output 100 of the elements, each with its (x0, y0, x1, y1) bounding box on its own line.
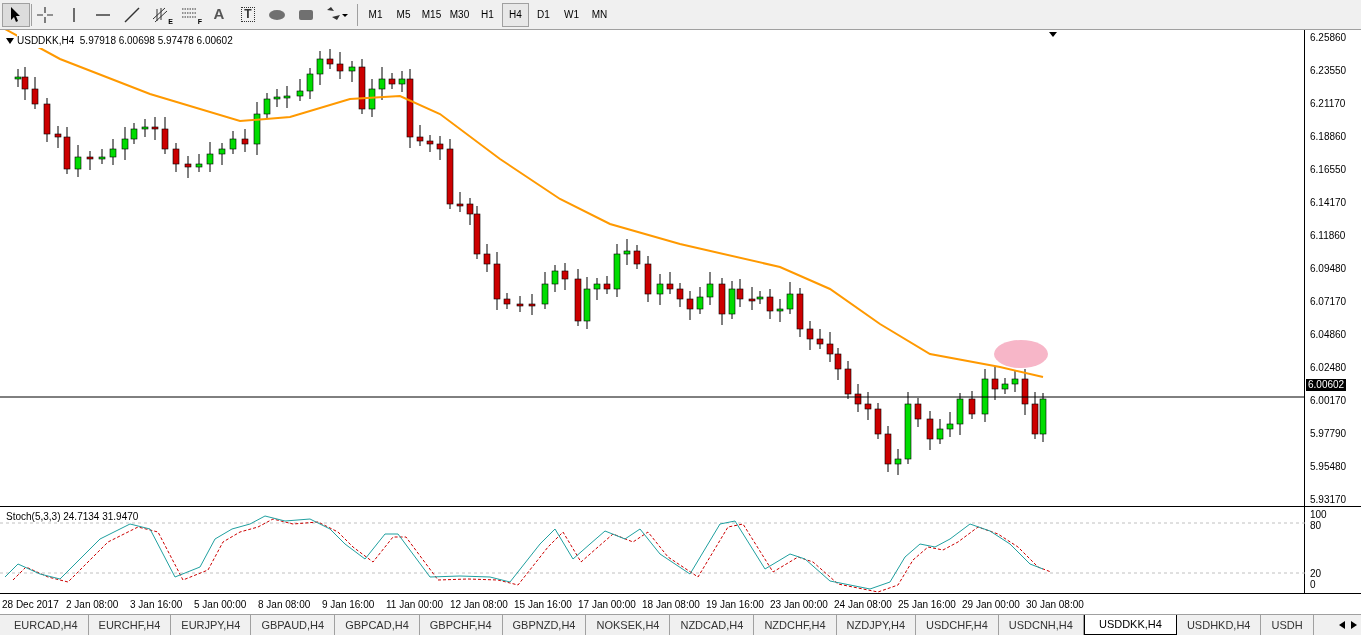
scroll-right-icon[interactable] (1351, 621, 1357, 629)
candlestick (981, 368, 989, 423)
candlestick (718, 277, 726, 326)
chart-tab[interactable]: NZDCAD,H4 (670, 615, 755, 635)
timeframe-button[interactable]: W1 (558, 2, 585, 27)
candlestick (263, 92, 271, 120)
candlestick (483, 243, 491, 273)
indicator-axis-label: 20 (1310, 568, 1322, 579)
candlestick (1021, 368, 1029, 416)
candlestick (844, 360, 852, 400)
candlestick (306, 67, 314, 100)
candlestick (503, 292, 511, 310)
candlestick (358, 58, 366, 115)
chart-tab[interactable]: NOKSEK,H4 (586, 615, 671, 635)
chart-tab[interactable]: GBPNZD,H4 (502, 615, 587, 635)
current-price-label: 6.00602 (1306, 379, 1347, 391)
price-axis-label: 6.18860 (1309, 131, 1348, 143)
candlestick (516, 295, 524, 313)
candlestick (336, 51, 344, 80)
candlestick (348, 60, 356, 83)
candlestick (456, 191, 464, 213)
candlestick (528, 293, 536, 316)
price-axis-label: 5.95480 (1309, 461, 1348, 473)
candlestick (914, 397, 922, 428)
indicator-axis-label: 80 (1310, 520, 1322, 531)
candlestick (109, 138, 117, 166)
horizontal-line-icon (96, 13, 110, 16)
candlestick (786, 281, 794, 315)
time-axis-label: 30 Jan 08:00 (1026, 597, 1085, 612)
chart-tab[interactable]: EURJPY,H4 (171, 615, 252, 635)
candlestick (633, 244, 641, 270)
chart-tab[interactable]: USDDKK,H4 (1083, 615, 1177, 635)
textlabel-tool-button[interactable]: T (234, 2, 262, 27)
scroll-left-icon[interactable] (1339, 621, 1345, 629)
candlestick (593, 277, 601, 301)
candlestick (936, 418, 944, 445)
candlestick (946, 411, 954, 438)
price-axis-label: 6.16550 (1309, 164, 1348, 176)
candlestick (884, 425, 892, 473)
candlestick (644, 255, 652, 303)
chart-shift-icon (1049, 32, 1057, 37)
candlestick (241, 128, 249, 153)
candlestick (696, 286, 704, 315)
candlestick (776, 298, 784, 323)
chart-tab[interactable]: USDCNH,H4 (998, 615, 1084, 635)
time-axis-label: 11 Jan 00:00 (386, 597, 445, 612)
timeframe-button[interactable]: H1 (474, 2, 501, 27)
candlestick (656, 273, 664, 306)
timeframe-button[interactable]: M30 (446, 2, 473, 27)
time-axis-label: 8 Jan 08:00 (258, 597, 312, 612)
candlestick (172, 142, 180, 173)
time-axis-label: 3 Jan 16:00 (130, 597, 184, 612)
candlestick (613, 243, 621, 298)
candlestick (1001, 377, 1009, 395)
candlestick (98, 148, 106, 165)
candlestick (603, 275, 611, 295)
candlestick (551, 264, 559, 293)
candlestick (874, 402, 882, 440)
candlestick (666, 271, 674, 295)
chart-tab[interactable]: EURCHF,H4 (88, 615, 172, 635)
chart-tab[interactable]: USDH (1261, 615, 1314, 635)
chart-tab[interactable]: USDHKD,H4 (1176, 615, 1262, 635)
candlestick (706, 271, 714, 306)
chart-tab[interactable]: GBPAUD,H4 (251, 615, 336, 635)
vertical-line-icon (73, 7, 75, 22)
collapse-triangle-icon[interactable] (6, 37, 14, 44)
candlestick (446, 138, 454, 210)
time-axis-label: 23 Jan 00:00 (770, 597, 829, 612)
candlestick (316, 50, 324, 86)
candlestick (326, 48, 334, 70)
candlestick (493, 251, 501, 311)
timeframe-button[interactable]: M5 (390, 2, 417, 27)
chart-tab[interactable]: NZDJPY,H4 (836, 615, 916, 635)
chart-tab[interactable]: NZDCHF,H4 (754, 615, 837, 635)
time-axis-label: 25 Jan 16:00 (898, 597, 957, 612)
cursor-tool-button[interactable] (2, 2, 30, 27)
timeframe-button[interactable]: D1 (530, 2, 557, 27)
highlight-ellipse (994, 340, 1048, 368)
text-tool-button[interactable]: A (205, 2, 233, 27)
crosshair-icon (35, 4, 55, 25)
time-axis-label: 9 Jan 16:00 (322, 597, 376, 612)
chart-tab[interactable]: USDCHF,H4 (916, 615, 999, 635)
timeframe-button[interactable]: M15 (418, 2, 445, 27)
time-axis-label: 28 Dec 2017 (2, 597, 60, 612)
price-axis-label: 6.02480 (1309, 362, 1348, 374)
price-axis-label: 6.09480 (1309, 263, 1348, 275)
timeframe-button[interactable]: H4 (502, 2, 529, 27)
candlestick (766, 288, 774, 320)
price-axis-label: 6.07170 (1309, 296, 1348, 308)
chart-tab[interactable]: EURCAD,H4 (4, 615, 89, 635)
chart-tab[interactable]: GBPCAD,H4 (335, 615, 420, 635)
timeframe-button[interactable]: MN (586, 2, 613, 27)
candlestick (206, 141, 214, 173)
timeframe-button[interactable]: M1 (362, 2, 389, 27)
candlestick (416, 124, 424, 147)
chart-tab[interactable]: GBPCHF,H4 (419, 615, 503, 635)
candlestick (273, 88, 281, 108)
time-axis-label: 2 Jan 08:00 (66, 597, 120, 612)
time-axis-label: 24 Jan 08:00 (834, 597, 893, 612)
candlestick (956, 392, 964, 436)
